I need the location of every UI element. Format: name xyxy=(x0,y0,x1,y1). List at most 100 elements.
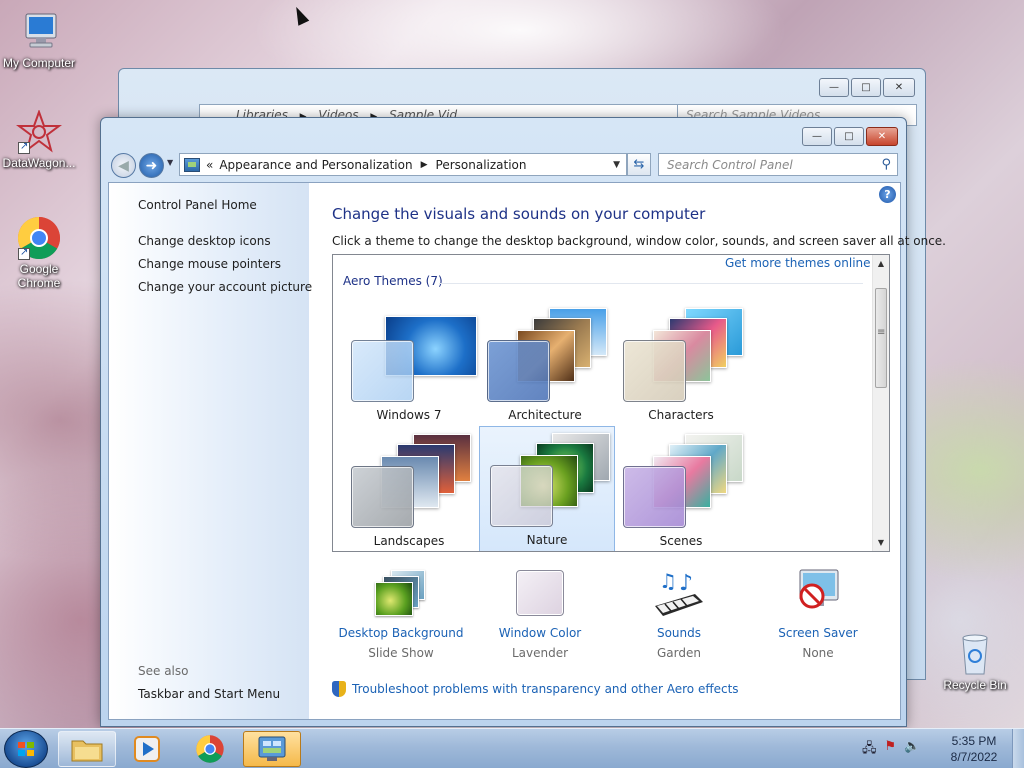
arrow-left-icon: ◀ xyxy=(118,157,129,174)
setting-name[interactable]: Sounds xyxy=(604,626,754,640)
search-icon[interactable]: ⚲ xyxy=(881,157,891,172)
taskbar-explorer[interactable] xyxy=(58,731,116,767)
page-description: Click a theme to change the desktop back… xyxy=(332,234,946,248)
sidebar: Control Panel Home Change desktop icons … xyxy=(109,183,312,719)
themes-list[interactable]: Get more themes online Aero Themes (7) W… xyxy=(332,254,890,552)
desktop-icon-datawagon[interactable]: DataWagon... xyxy=(0,109,78,170)
theme-thumbnail xyxy=(623,308,748,403)
theme-windows-7[interactable]: Windows 7 xyxy=(341,302,477,428)
recycle-bin-icon xyxy=(952,632,998,676)
search-placeholder: Search Control Panel xyxy=(667,158,793,172)
scroll-up-icon[interactable]: ▲ xyxy=(873,255,889,272)
maximize-button[interactable]: □ xyxy=(851,78,881,97)
desktop-background-setting[interactable]: Desktop Background Slide Show xyxy=(326,568,476,660)
sounds-setting[interactable]: ♫ ♪ Sounds Garden xyxy=(604,568,754,660)
theme-landscapes[interactable]: Landscapes xyxy=(341,428,477,551)
sidebar-control-panel-home[interactable]: Control Panel Home xyxy=(138,198,257,212)
volume-icon[interactable]: 🔈 xyxy=(904,739,920,761)
troubleshoot-label: Troubleshoot problems with transparency … xyxy=(352,682,739,696)
background-window-caption-buttons: — □ ✕ xyxy=(819,78,915,97)
sidebar-change-account-picture[interactable]: Change your account picture xyxy=(138,280,312,294)
theme-nature[interactable]: Nature xyxy=(479,426,615,551)
setting-value: None xyxy=(802,646,834,660)
start-button[interactable] xyxy=(4,730,48,768)
close-button[interactable]: ✕ xyxy=(883,78,915,97)
desktop-icon-label: Recycle Bin xyxy=(943,678,1007,692)
window-color-icon xyxy=(510,568,570,620)
group-divider xyxy=(439,283,863,284)
setting-name[interactable]: Window Color xyxy=(465,626,615,640)
breadcrumb-personalization[interactable]: Personalization xyxy=(436,158,527,172)
refresh-icon: ⇆ xyxy=(633,157,645,172)
minimize-button[interactable]: — xyxy=(819,78,849,97)
see-also-heading: See also xyxy=(138,664,189,678)
arrow-right-icon: ➜ xyxy=(145,157,158,174)
theme-thumbnail xyxy=(351,308,477,403)
desktop-icon-label: DataWagon... xyxy=(2,156,76,170)
personalization-window[interactable]: — □ ✕ ◀ ➜ ▼ « Appearance and Personaliza… xyxy=(100,117,946,727)
theme-scenes[interactable]: Scenes xyxy=(613,428,749,551)
taskbar: 🖧 ⚑ 🔈 5:35 PM 8/7/2022 xyxy=(0,728,1024,768)
breadcrumb-overflow[interactable]: « xyxy=(206,158,213,172)
clock-date: 8/7/2022 xyxy=(950,750,998,764)
show-desktop-button[interactable] xyxy=(1012,729,1024,768)
aero-themes-heading: Aero Themes (7) xyxy=(343,274,443,288)
sounds-icon: ♫ ♪ xyxy=(649,568,709,620)
taskbar-control-panel[interactable] xyxy=(243,731,301,767)
address-bar[interactable]: « Appearance and Personalization ▶ Perso… xyxy=(179,153,627,176)
taskbar-chrome[interactable] xyxy=(181,731,239,767)
sidebar-change-mouse-pointers[interactable]: Change mouse pointers xyxy=(138,257,281,271)
network-icon[interactable]: 🖧 xyxy=(862,739,877,761)
action-center-flag-icon[interactable]: ⚑ xyxy=(885,739,897,761)
setting-name[interactable]: Screen Saver xyxy=(743,626,893,640)
setting-name[interactable]: Desktop Background xyxy=(326,626,476,640)
theme-architecture[interactable]: Architecture xyxy=(477,302,613,428)
troubleshoot-aero-link[interactable]: Troubleshoot problems with transparency … xyxy=(332,681,739,697)
theme-thumbnail xyxy=(487,308,612,403)
taskbar-media-player[interactable] xyxy=(118,731,176,767)
sidebar-taskbar-start-menu[interactable]: Taskbar and Start Menu xyxy=(138,687,280,701)
refresh-button[interactable]: ⇆ xyxy=(627,153,651,176)
chevron-right-icon[interactable]: ▶ xyxy=(421,160,428,170)
desktop-background-icon xyxy=(371,568,431,620)
forward-button[interactable]: ➜ xyxy=(139,153,164,178)
scroll-thumb[interactable] xyxy=(875,288,887,388)
theme-thumbnail xyxy=(490,433,615,528)
datawagon-icon xyxy=(16,109,62,154)
back-button[interactable]: ◀ xyxy=(111,153,136,178)
close-button[interactable]: ✕ xyxy=(866,127,898,146)
minimize-button[interactable]: — xyxy=(802,127,832,146)
help-icon[interactable]: ? xyxy=(879,186,896,203)
chrome-icon xyxy=(196,735,224,763)
search-input[interactable]: Search Control Panel ⚲ xyxy=(658,153,898,176)
breadcrumb-appearance[interactable]: Appearance and Personalization xyxy=(219,158,412,172)
computer-icon xyxy=(16,10,62,54)
screen-saver-setting[interactable]: Screen Saver None xyxy=(743,568,893,660)
setting-value: Slide Show xyxy=(368,646,434,660)
svg-text:♪: ♪ xyxy=(679,571,693,596)
themes-scrollbar[interactable]: ▲ ▼ xyxy=(872,255,889,551)
screen-saver-icon xyxy=(788,568,848,620)
get-more-themes-link[interactable]: Get more themes online xyxy=(725,256,871,270)
system-tray: 🖧 ⚑ 🔈 xyxy=(862,739,920,761)
svg-text:♫: ♫ xyxy=(659,569,677,593)
desktop-icon-my-computer[interactable]: My Computer xyxy=(0,10,78,70)
page-title: Change the visuals and sounds on your co… xyxy=(332,205,706,223)
address-dropdown-icon[interactable]: ▼ xyxy=(613,160,620,170)
theme-label: Architecture xyxy=(508,408,582,422)
clock-time: 5:35 PM xyxy=(951,734,997,748)
window-color-setting[interactable]: Window Color Lavender xyxy=(465,568,615,660)
control-panel-icon xyxy=(258,736,286,761)
shortcut-arrow-icon xyxy=(18,246,30,260)
desktop-icon-recycle-bin[interactable]: Recycle Bin xyxy=(936,632,1014,692)
maximize-button[interactable]: □ xyxy=(834,127,864,146)
chrome-icon xyxy=(16,216,62,260)
theme-label: Nature xyxy=(526,533,568,547)
setting-value: Lavender xyxy=(511,646,569,660)
scroll-down-icon[interactable]: ▼ xyxy=(873,534,889,551)
theme-characters[interactable]: Characters xyxy=(613,302,749,428)
sidebar-change-desktop-icons[interactable]: Change desktop icons xyxy=(138,234,271,248)
clock[interactable]: 5:35 PM 8/7/2022 xyxy=(944,733,1004,765)
recent-pages-dropdown[interactable]: ▼ xyxy=(167,158,173,167)
desktop-icon-google-chrome[interactable]: Google Chrome xyxy=(0,216,78,290)
